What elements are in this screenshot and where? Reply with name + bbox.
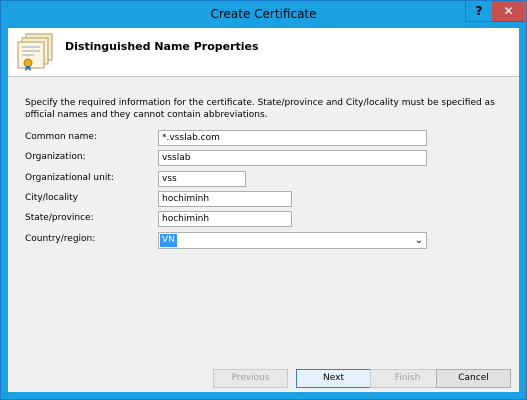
next-button[interactable]: Next — [296, 369, 371, 388]
state-province-field[interactable]: hochiminh — [158, 211, 292, 227]
state-province-label: State/province: — [25, 213, 94, 223]
organization-label: Organization: — [25, 152, 86, 162]
page-title: Distinguished Name Properties — [65, 40, 259, 53]
country-region-select[interactable]: VN ⌄ — [158, 232, 427, 249]
previous-button[interactable]: Previous — [213, 369, 288, 388]
common-name-field[interactable]: *.vsslab.com — [158, 130, 427, 146]
organizational-unit-field[interactable]: vss — [158, 171, 246, 187]
chevron-down-icon[interactable]: ⌄ — [415, 233, 423, 248]
finish-button[interactable]: Finish — [370, 369, 445, 388]
city-locality-field[interactable]: hochiminh — [158, 191, 292, 207]
certificate-icon — [17, 33, 53, 71]
country-region-label: Country/region: — [25, 234, 96, 244]
instructions-text: Specify the required information for the… — [25, 98, 495, 120]
wizard-header: Distinguished Name Properties — [8, 28, 519, 77]
create-certificate-window: Create Certificate ? ✕ Distinguished Nam… — [0, 0, 527, 400]
country-region-value: VN — [160, 234, 177, 247]
organizational-unit-label: Organizational unit: — [25, 173, 114, 183]
common-name-label: Common name: — [25, 132, 97, 142]
organization-field[interactable]: vsslab — [158, 150, 427, 166]
window-title: Create Certificate — [210, 7, 317, 21]
close-button[interactable]: ✕ — [492, 1, 525, 22]
cancel-button[interactable]: Cancel — [436, 369, 511, 388]
city-locality-label: City/locality — [25, 193, 78, 203]
dialog-body: Distinguished Name Properties Specify th… — [8, 28, 519, 392]
help-button[interactable]: ? — [465, 1, 493, 22]
title-bar[interactable]: Create Certificate ? ✕ — [1, 1, 526, 28]
